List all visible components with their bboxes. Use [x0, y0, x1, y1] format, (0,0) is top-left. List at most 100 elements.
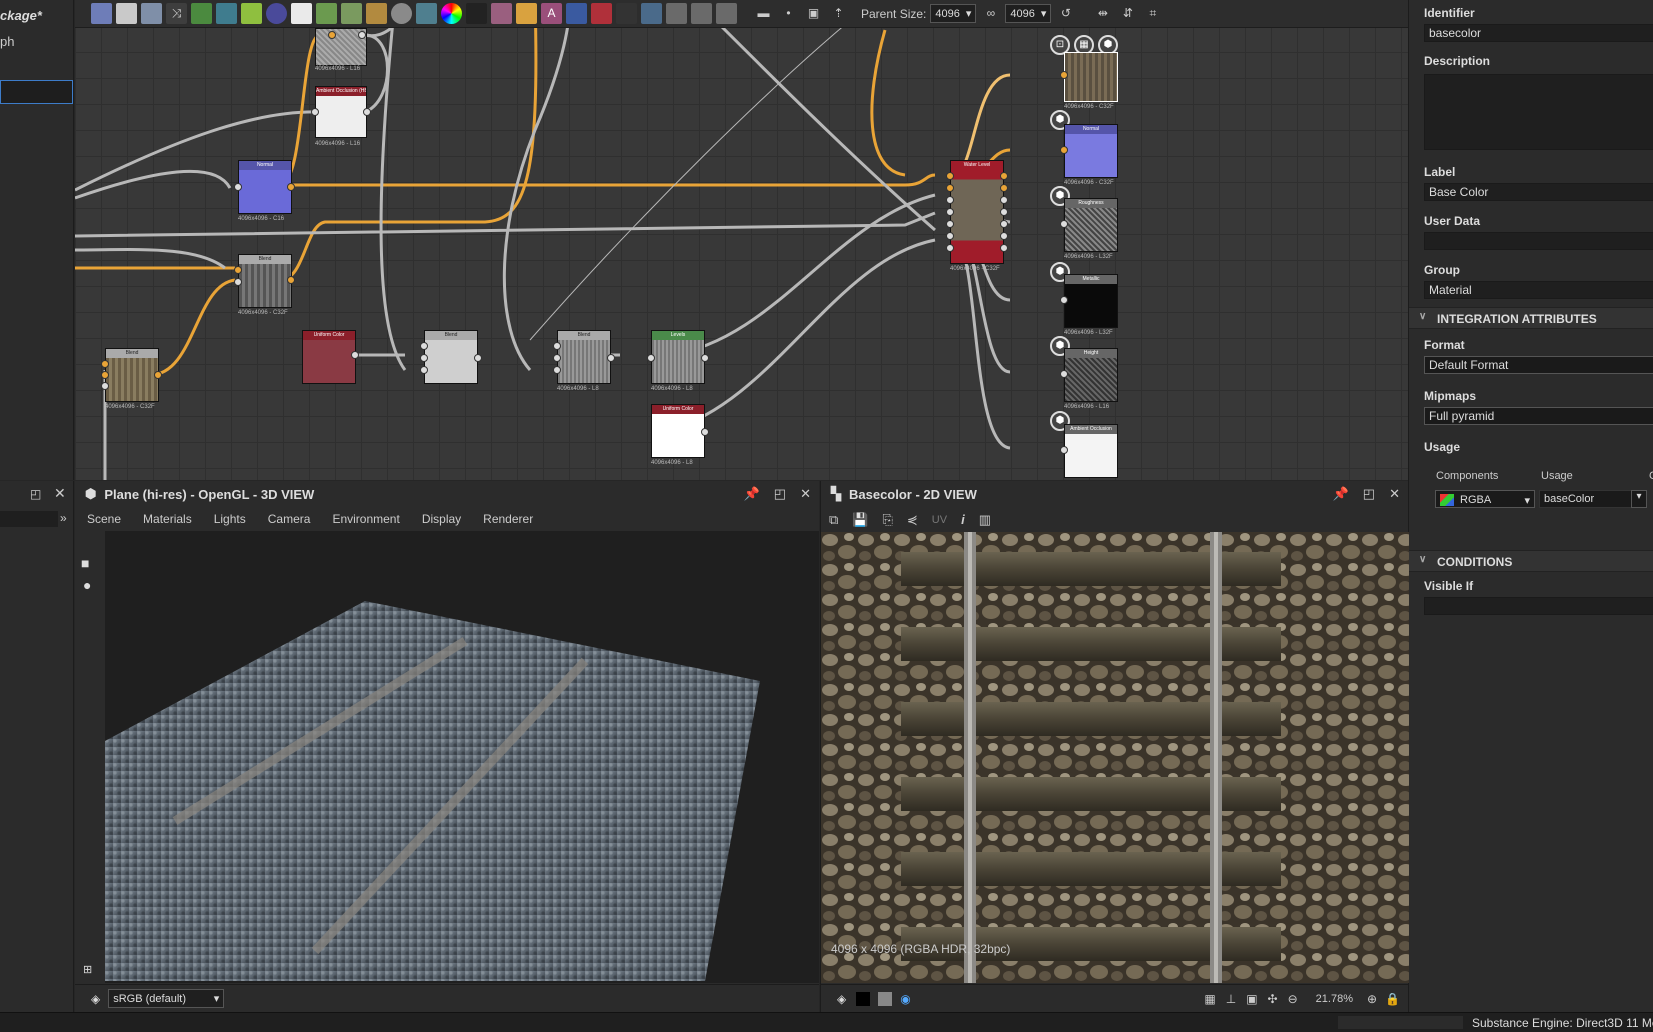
channels-icon[interactable]: ◉: [900, 992, 910, 1006]
node-port[interactable]: [946, 232, 954, 240]
close-icon[interactable]: ✕: [800, 486, 811, 502]
label-field[interactable]: Base Color: [1424, 183, 1653, 201]
node-port[interactable]: [946, 172, 954, 180]
shuffle-icon[interactable]: ⤨: [166, 3, 187, 24]
node-port[interactable]: [234, 278, 242, 286]
search-field[interactable]: [0, 511, 58, 527]
node-port[interactable]: [553, 366, 561, 374]
description-field[interactable]: [1424, 74, 1653, 150]
node-port[interactable]: [328, 31, 336, 39]
node-port[interactable]: [287, 276, 295, 284]
node-port[interactable]: [1000, 244, 1008, 252]
warning-icon[interactable]: [516, 3, 537, 24]
gradient-icon[interactable]: [241, 3, 262, 24]
graph-canvas[interactable]: 4096x4096 - L16 Ambient Occlusion (HB...…: [75, 0, 1408, 480]
fill-icon[interactable]: [316, 3, 337, 24]
node-port[interactable]: [420, 366, 428, 374]
menu-display[interactable]: Display: [422, 512, 461, 526]
node-port[interactable]: [234, 183, 242, 191]
zoom-in-icon[interactable]: ⊕: [1367, 992, 1377, 1006]
graph-node-levels[interactable]: Levels: [651, 330, 705, 384]
menu-renderer[interactable]: Renderer: [483, 512, 533, 526]
frame-icon[interactable]: [641, 3, 662, 24]
warp-icon[interactable]: [491, 3, 512, 24]
text-icon[interactable]: A: [541, 3, 562, 24]
color-wheel-icon[interactable]: [441, 3, 462, 24]
nodes-icon[interactable]: [366, 3, 387, 24]
node-port[interactable]: [234, 266, 242, 274]
node-port[interactable]: [946, 184, 954, 192]
frame2-icon[interactable]: [716, 3, 737, 24]
menu-camera[interactable]: Camera: [268, 512, 311, 526]
menu-lights[interactable]: Lights: [214, 512, 246, 526]
node-port[interactable]: [420, 342, 428, 350]
graph-item[interactable]: ph: [0, 34, 14, 49]
graph-node-blend[interactable]: Blend: [105, 348, 159, 402]
node-port[interactable]: [1060, 446, 1068, 454]
histogram-icon[interactable]: ▥: [979, 512, 991, 528]
graph-node-blend[interactable]: Blend: [238, 254, 292, 308]
fx-map-icon[interactable]: [691, 3, 712, 24]
grid-icon[interactable]: ▦: [1204, 992, 1215, 1006]
info-icon[interactable]: i: [961, 512, 965, 527]
node-port[interactable]: [351, 351, 359, 359]
node-port[interactable]: [946, 244, 954, 252]
node-port[interactable]: [1000, 208, 1008, 216]
drop-icon[interactable]: [141, 3, 162, 24]
save-icon[interactable]: 💾: [852, 512, 868, 528]
light-icon[interactable]: ●: [83, 577, 91, 593]
brush-icon[interactable]: [341, 3, 362, 24]
pin-icon[interactable]: 📌: [1333, 486, 1349, 502]
reset-icon[interactable]: ↺: [1055, 3, 1076, 24]
identifier-field[interactable]: basecolor: [1424, 24, 1653, 42]
dot-icon[interactable]: •: [778, 3, 799, 24]
frame-add-icon[interactable]: ▣: [803, 3, 824, 24]
3d-viewport[interactable]: [105, 531, 819, 983]
usage-dropdown-button[interactable]: ▾: [1631, 490, 1647, 508]
share-icon[interactable]: ⋞: [907, 512, 918, 528]
node-port[interactable]: [647, 354, 655, 362]
colorspace-select[interactable]: sRGB (default) ▾: [108, 989, 225, 1008]
comment-icon[interactable]: ▬: [753, 3, 774, 24]
node-port[interactable]: [946, 220, 954, 228]
black-bg-icon[interactable]: [856, 991, 871, 1006]
fit-icon[interactable]: ▣: [1246, 992, 1257, 1006]
conditions-section-header[interactable]: ∨ CONDITIONS: [1409, 550, 1653, 572]
node-port[interactable]: [311, 108, 319, 116]
output-node-basecolor[interactable]: [1064, 52, 1118, 102]
node-port[interactable]: [1060, 220, 1068, 228]
pin-icon[interactable]: 📌: [744, 486, 760, 502]
node-port[interactable]: [1000, 196, 1008, 204]
graph-node-uniform-color[interactable]: Uniform Color: [651, 404, 705, 458]
close-icon[interactable]: ✕: [54, 485, 66, 502]
usage-field[interactable]: baseColor: [1539, 490, 1639, 508]
node-port[interactable]: [101, 360, 109, 368]
menu-environment[interactable]: Environment: [332, 512, 399, 526]
node-port[interactable]: [474, 354, 482, 362]
node-port[interactable]: [1000, 220, 1008, 228]
node-port[interactable]: [101, 371, 109, 379]
mipmaps-select[interactable]: Full pyramid: [1424, 407, 1653, 425]
node-port[interactable]: [1000, 184, 1008, 192]
node-port[interactable]: [1000, 232, 1008, 240]
link-icon[interactable]: ∞: [980, 3, 1001, 24]
output-node-ambient-occlusion[interactable]: Ambient Occlusion: [1064, 424, 1118, 478]
2d-viewport[interactable]: 4096 x 4096 (RGBA HDR, 32bpc): [821, 532, 1409, 983]
group-field[interactable]: Material: [1424, 281, 1653, 299]
grid-icon[interactable]: [291, 3, 312, 24]
format-select[interactable]: Default Format: [1424, 356, 1653, 374]
menu-materials[interactable]: Materials: [143, 512, 192, 526]
node-port[interactable]: [358, 31, 366, 39]
zoom-out-icon[interactable]: ⊖: [1288, 992, 1298, 1006]
selected-row[interactable]: [0, 80, 73, 104]
checker-bg-icon[interactable]: [878, 991, 893, 1006]
center-icon[interactable]: ✣: [1268, 992, 1278, 1006]
node-port[interactable]: [607, 354, 615, 362]
layers-icon[interactable]: ◈: [91, 992, 100, 1006]
camera-icon[interactable]: ■: [81, 555, 89, 571]
node-port[interactable]: [1060, 296, 1068, 304]
levels-icon[interactable]: [416, 3, 437, 24]
document-icon[interactable]: [116, 3, 137, 24]
node-port[interactable]: [1060, 146, 1068, 154]
circle-icon[interactable]: [266, 3, 287, 24]
